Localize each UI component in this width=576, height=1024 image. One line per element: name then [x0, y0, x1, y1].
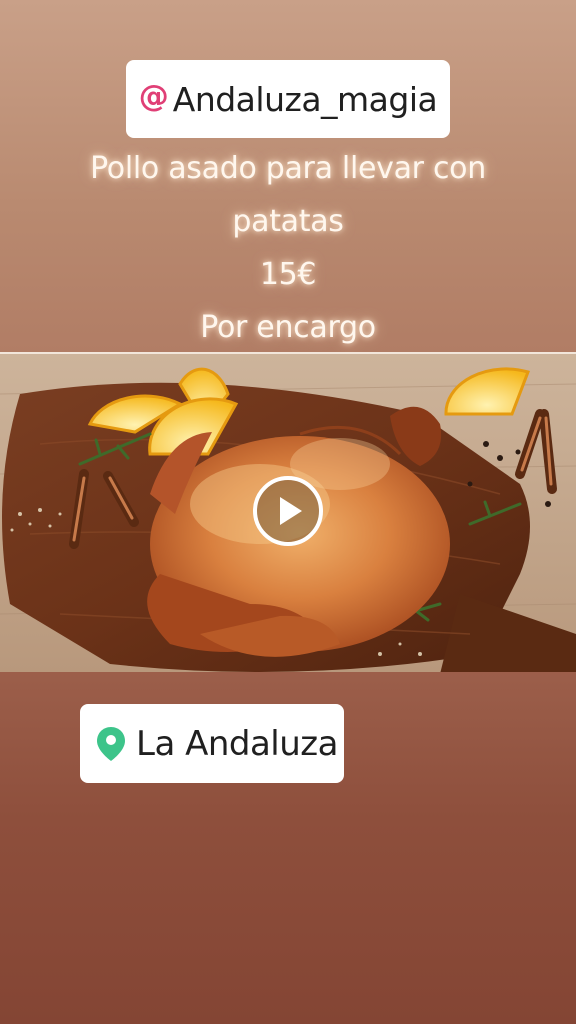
caption-line: Por encargo: [200, 310, 376, 345]
mention-sticker[interactable]: @ Andaluza_magia: [126, 60, 450, 138]
play-icon: [280, 497, 302, 525]
map-pin-icon: [97, 726, 125, 761]
caption-line: 15€: [259, 257, 317, 292]
location-sticker[interactable]: La Andaluza: [80, 704, 344, 783]
at-icon: @: [138, 79, 169, 114]
story-caption: Pollo asado para llevar con patatas 15€ …: [40, 142, 536, 354]
caption-line: patatas: [232, 204, 344, 239]
play-button[interactable]: [253, 476, 323, 546]
location-name: La Andaluza: [136, 723, 339, 764]
mention-username: Andaluza_magia: [172, 79, 438, 119]
caption-line: Pollo asado para llevar con: [90, 151, 486, 186]
